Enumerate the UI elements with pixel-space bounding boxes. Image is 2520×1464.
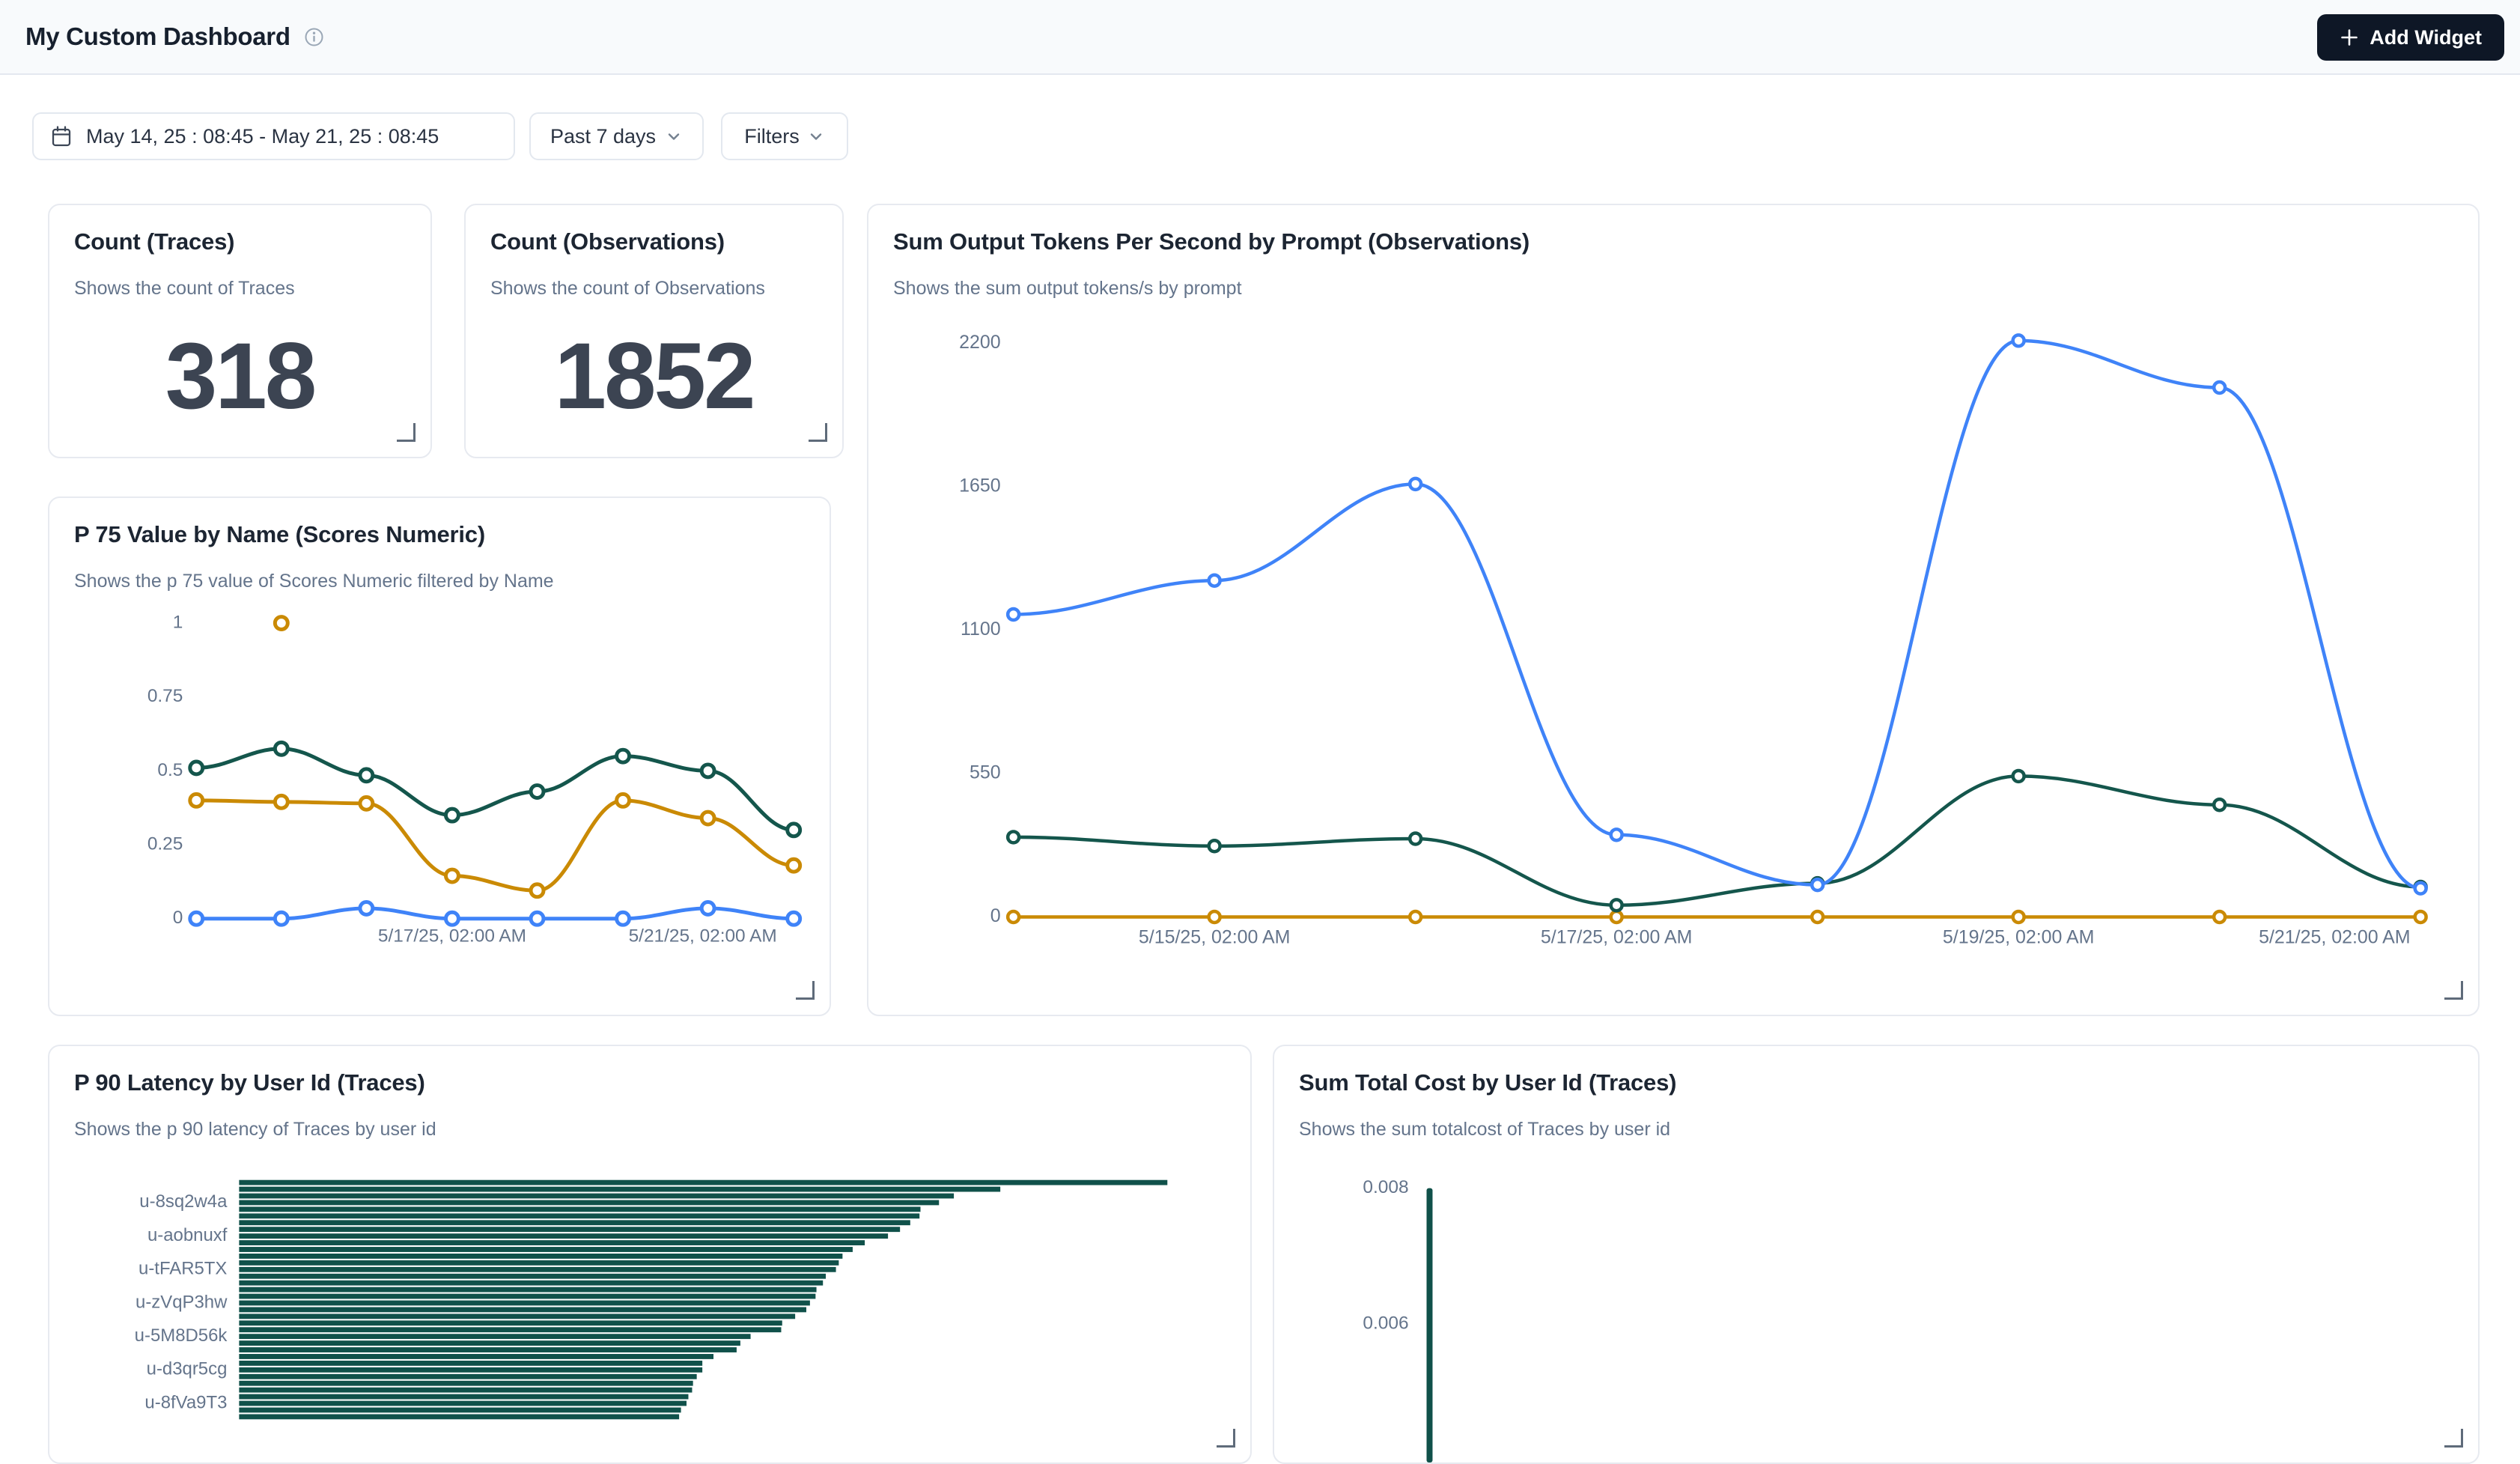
tokens-svg: 0 550 1100 1650 2200 5/15/25, 02:00 AM 5/17/25… — [868, 205, 2478, 1015]
svg-text:1: 1 — [173, 612, 183, 632]
svg-text:5/21/25, 02:00 AM: 5/21/25, 02:00 AM — [2259, 926, 2410, 947]
date-range-picker[interactable]: May 14, 25 : 08:45 - May 21, 25 : 08:45 — [32, 112, 515, 160]
svg-text:5/17/25, 02:00 AM: 5/17/25, 02:00 AM — [1541, 926, 1692, 947]
resize-handle-icon[interactable] — [796, 981, 815, 1000]
svg-text:5/21/25, 02:00 AM: 5/21/25, 02:00 AM — [629, 926, 777, 947]
resize-handle-icon[interactable] — [397, 423, 416, 442]
svg-text:5/15/25, 02:00 AM: 5/15/25, 02:00 AM — [1139, 926, 1290, 947]
count-traces-value: 318 — [49, 325, 430, 428]
svg-text:2200: 2200 — [959, 332, 1001, 353]
card-title: Count (Traces) — [74, 228, 406, 255]
range-preset-dropdown[interactable]: Past 7 days — [529, 112, 704, 160]
card-tokens-per-second: Sum Output Tokens Per Second by Prompt (… — [867, 204, 2480, 1016]
line-series-gold — [1008, 911, 2426, 923]
resize-handle-icon[interactable] — [2444, 981, 2463, 1000]
svg-text:5/17/25, 02:00 AM: 5/17/25, 02:00 AM — [378, 926, 526, 947]
add-widget-button[interactable]: Add Widget — [2317, 14, 2504, 61]
x-axis-tick-labels: 5/17/25, 02:00 AM 5/21/25, 02:00 AM — [378, 926, 777, 947]
line-series-blue — [190, 902, 800, 925]
x-axis-tick-labels: 5/15/25, 02:00 AM 5/17/25, 02:00 AM 5/19/2… — [1139, 926, 2411, 947]
svg-text:0: 0 — [990, 905, 1001, 926]
page-header: My Custom Dashboard Add Widget — [0, 0, 2520, 75]
svg-text:u-8sq2w4a: u-8sq2w4a — [139, 1191, 228, 1212]
svg-text:0.006: 0.006 — [1363, 1313, 1408, 1334]
svg-text:u-tFAR5TX: u-tFAR5TX — [139, 1259, 227, 1279]
svg-text:0.008: 0.008 — [1363, 1177, 1408, 1197]
tokens-line-chart: 0 550 1100 1650 2200 5/15/25, 02:00 AM 5/17/25… — [868, 205, 2478, 1015]
card-p90-latency: P 90 Latency by User Id (Traces) Shows t… — [48, 1045, 1252, 1464]
y-axis-tick-labels: 0 550 1100 1650 2200 — [959, 332, 1001, 926]
cost-svg: 0.008 0.006 — [1274, 1046, 2478, 1463]
line-series-blue — [1008, 335, 2426, 893]
card-title: Count (Observations) — [490, 228, 818, 255]
card-p75-scores: P 75 Value by Name (Scores Numeric) Show… — [48, 496, 831, 1016]
page-title: My Custom Dashboard — [25, 22, 290, 51]
dashboard-page: My Custom Dashboard Add Widget — [0, 0, 2520, 1408]
filters-dropdown[interactable]: Filters — [721, 112, 848, 160]
calendar-icon — [50, 125, 73, 148]
lone-point-gold — [275, 617, 287, 630]
svg-text:0: 0 — [173, 908, 183, 928]
plus-icon — [2340, 28, 2359, 47]
svg-text:0.5: 0.5 — [157, 760, 183, 780]
y-axis-tick-labels: u-8sq2w4a u-aobnuxf u-tFAR5TX u-zVqP3hw u-5M… — [135, 1191, 228, 1412]
line-series-gold — [190, 794, 800, 896]
resize-handle-icon[interactable] — [1217, 1429, 1235, 1448]
svg-text:1650: 1650 — [959, 475, 1001, 496]
svg-text:550: 550 — [970, 762, 1001, 783]
date-range-value: May 14, 25 : 08:45 - May 21, 25 : 08:45 — [86, 125, 439, 148]
resize-handle-icon[interactable] — [809, 423, 827, 442]
svg-text:u-8fVa9T3: u-8fVa9T3 — [144, 1392, 227, 1412]
card-subtitle: Shows the count of Traces — [74, 277, 406, 300]
card-subtitle: Shows the count of Observations — [490, 277, 818, 300]
chevron-down-icon — [665, 127, 683, 145]
resize-handle-icon[interactable] — [2444, 1429, 2463, 1448]
p90-svg: u-8sq2w4a u-aobnuxf u-tFAR5TX u-zVqP3hw u-5M… — [49, 1046, 1250, 1463]
card-sum-total-cost: Sum Total Cost by User Id (Traces) Shows… — [1273, 1045, 2480, 1464]
y-axis-tick-labels: 0 0.25 0.5 0.75 1 — [147, 612, 183, 928]
svg-text:u-5M8D56k: u-5M8D56k — [135, 1325, 228, 1346]
svg-text:u-d3qr5cg: u-d3qr5cg — [147, 1359, 228, 1379]
svg-text:u-aobnuxf: u-aobnuxf — [147, 1225, 228, 1245]
svg-text:1100: 1100 — [961, 619, 1001, 640]
add-widget-label: Add Widget — [2370, 26, 2482, 49]
line-series-green — [1008, 771, 2426, 911]
range-preset-value: Past 7 days — [550, 125, 656, 148]
count-observations-value: 1852 — [466, 325, 842, 428]
p90-bar-chart: u-8sq2w4a u-aobnuxf u-tFAR5TX u-zVqP3hw u-5M… — [49, 1046, 1250, 1463]
svg-text:5/19/25, 02:00 AM: 5/19/25, 02:00 AM — [1943, 926, 2094, 947]
y-axis-tick-labels: 0.008 0.006 — [1363, 1177, 1408, 1334]
svg-text:0.75: 0.75 — [147, 686, 183, 706]
cost-bar-chart: 0.008 0.006 — [1274, 1046, 2478, 1463]
bar-series — [1426, 1188, 1432, 1463]
chevron-down-icon — [807, 127, 825, 145]
svg-text:0.25: 0.25 — [147, 834, 183, 854]
p75-svg: 0 0.25 0.5 0.75 1 5/17/25, 02:00 AM 5/21/25, 0… — [49, 498, 830, 1015]
card-count-traces: Count (Traces) Shows the count of Traces… — [48, 204, 432, 458]
bar-series — [239, 1180, 1167, 1420]
svg-text:u-zVqP3hw: u-zVqP3hw — [136, 1292, 228, 1312]
filters-label: Filters — [744, 125, 800, 148]
p75-line-chart: 0 0.25 0.5 0.75 1 5/17/25, 02:00 AM 5/21/25, 0… — [49, 498, 830, 1015]
card-count-observations: Count (Observations) Shows the count of … — [464, 204, 844, 458]
info-icon[interactable] — [304, 27, 324, 47]
